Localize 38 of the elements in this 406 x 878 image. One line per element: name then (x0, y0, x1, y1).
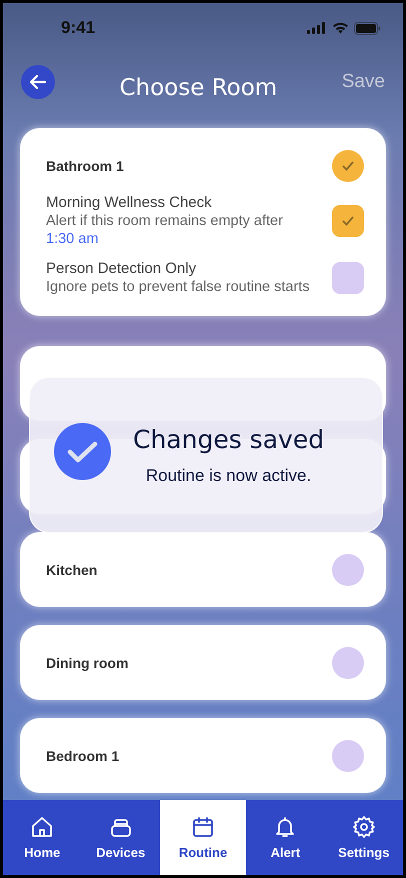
option-description: Alert if this room remains empty after 1:30 am (46, 212, 284, 248)
option-checkbox[interactable] (332, 262, 364, 294)
toast-message: Routine is now active. (146, 466, 312, 486)
check-icon (342, 216, 354, 226)
tab[interactable]: Alert (246, 800, 325, 875)
status-time: 9:41 (61, 18, 96, 38)
signal-icon (307, 22, 327, 34)
room-name: Bathroom 1 (46, 158, 124, 174)
tab[interactable]: Home (3, 800, 82, 875)
check-icon (342, 161, 354, 171)
option-title: Person Detection Only (46, 260, 198, 278)
room-radio[interactable] (332, 554, 364, 586)
home-icon (30, 815, 54, 839)
settings-icon (352, 815, 376, 839)
wifi-icon (332, 22, 349, 34)
room-radio[interactable] (332, 150, 364, 182)
tab[interactable]: Settings (324, 800, 403, 875)
room-name: Dining room (46, 654, 128, 671)
toast-title: Changes saved (133, 424, 324, 454)
option-title: Morning Wellness Check (46, 194, 213, 212)
check-circle-icon (54, 422, 111, 480)
room-card[interactable]: Bedroom 1 (20, 718, 386, 794)
room-radio[interactable] (332, 646, 364, 679)
option-description: Ignore pets to prevent false routine starts (46, 278, 311, 296)
screen-title: Choose Room (118, 75, 278, 101)
tab[interactable]: Devices (81, 800, 160, 875)
room-name: Kitchen (46, 562, 98, 578)
calendar-icon (191, 815, 216, 839)
back-arrow-icon (29, 74, 47, 90)
room-card[interactable]: Bathroom 1 Morning Wellness Check Alert if this room remains empty after 1:30 am Person Detection Only Ignore pets to prevent false routine starts (20, 128, 386, 316)
time-link[interactable]: 1:30 am (46, 231, 98, 248)
room-name: Bedroom 1 (46, 748, 120, 764)
room-radio[interactable] (332, 740, 364, 772)
battery-icon (354, 22, 381, 34)
option-checkbox[interactable] (332, 205, 364, 238)
tab[interactable]: Routine (160, 800, 246, 875)
room-card[interactable]: Kitchen (20, 532, 386, 608)
room-card[interactable]: Dining room (20, 625, 386, 700)
